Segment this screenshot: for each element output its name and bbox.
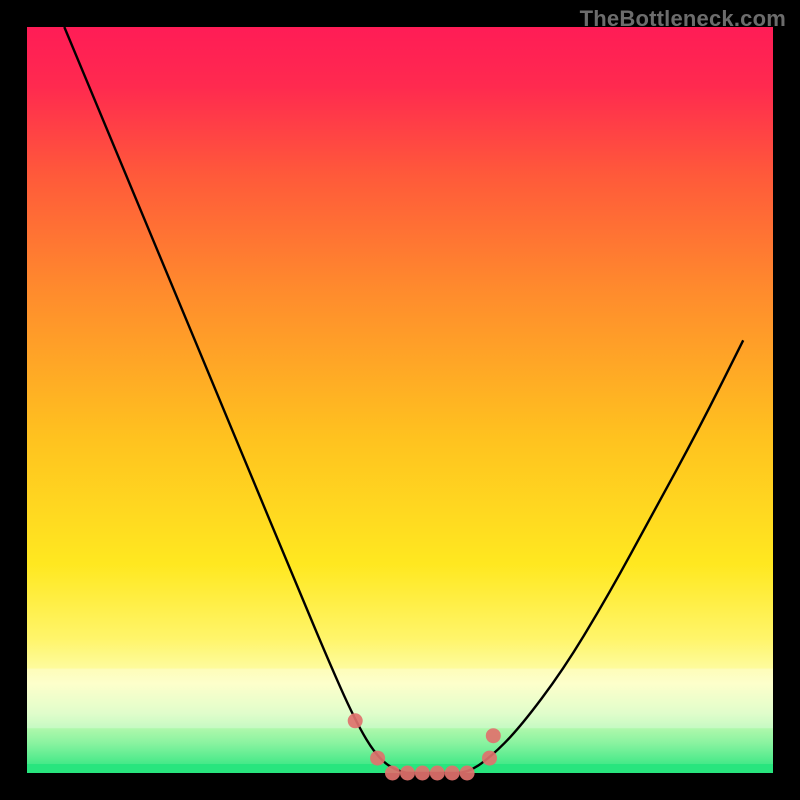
curve-marker: [370, 751, 385, 766]
curve-marker: [400, 766, 415, 781]
pale-band: [27, 669, 773, 729]
curve-marker: [385, 766, 400, 781]
curve-marker: [415, 766, 430, 781]
curve-marker: [460, 766, 475, 781]
bottleneck-chart: [0, 0, 800, 800]
curve-marker: [348, 713, 363, 728]
curve-marker: [482, 751, 497, 766]
chart-frame: TheBottleneck.com: [0, 0, 800, 800]
curve-marker: [486, 728, 501, 743]
watermark-label: TheBottleneck.com: [580, 6, 786, 32]
curve-marker: [445, 766, 460, 781]
plot-background: [27, 27, 773, 773]
curve-marker: [430, 766, 445, 781]
